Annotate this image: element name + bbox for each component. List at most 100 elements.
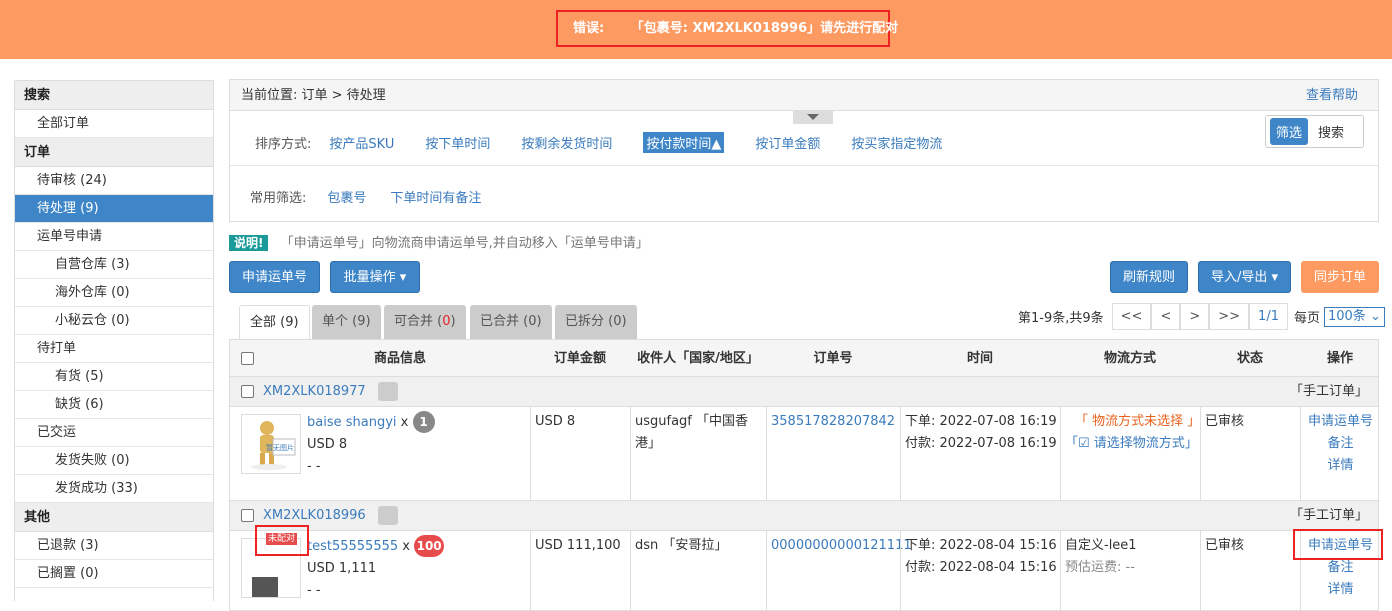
sidebar-item-cloud-warehouse[interactable]: 小秘云仓 (0) bbox=[15, 307, 213, 335]
product-thumbnail: 暂无图片 bbox=[241, 414, 301, 474]
filter-order-note[interactable]: 下单时间有备注 bbox=[390, 187, 481, 206]
first-page-button[interactable]: << bbox=[1111, 303, 1152, 330]
sync-orders-button[interactable]: 同步订单 bbox=[1301, 261, 1379, 293]
sort-by-remaining-ship-time[interactable]: 按剩余发货时间 bbox=[521, 133, 612, 152]
import-export-button[interactable]: 导入/导出 ▾ bbox=[1198, 261, 1291, 293]
apply-tracking-link[interactable]: 申请运单号 bbox=[1308, 414, 1373, 429]
order-checkbox[interactable] bbox=[241, 509, 254, 522]
details-link[interactable]: 详情 bbox=[1327, 458, 1353, 473]
quantity-badge: 1 bbox=[412, 411, 435, 433]
sidebar-item-out-of-stock[interactable]: 缺货 (6) bbox=[15, 391, 213, 419]
sidebar-item-refunded[interactable]: 已退款 (3) bbox=[15, 532, 213, 560]
sort-by-amount[interactable]: 按订单金额 bbox=[755, 133, 820, 152]
sidebar-item-to-process[interactable]: 待处理 (9) bbox=[15, 195, 213, 223]
refresh-rules-button[interactable]: 刷新规则 bbox=[1110, 261, 1188, 293]
sort-label: 排序方式: bbox=[255, 137, 312, 152]
sidebar-item-ship-failed[interactable]: 发货失败 (0) bbox=[15, 447, 213, 475]
breadcrumb: 当前位置: 订单 > 待处理 查看帮助 bbox=[230, 80, 1378, 111]
select-logistics-link[interactable]: 「☑ 请选择物流方式」 bbox=[1065, 436, 1198, 451]
last-page-button[interactable]: >> bbox=[1209, 303, 1250, 330]
sidebar-item-overseas-warehouse[interactable]: 海外仓库 (0) bbox=[15, 279, 213, 307]
estimated-freight: 预估运费: -- bbox=[1065, 560, 1135, 575]
sidebar-item-tracking-apply[interactable]: 运单号申请 bbox=[15, 223, 213, 251]
col-product: 商品信息 bbox=[373, 351, 426, 366]
sidebar-head-search: 搜索 bbox=[15, 81, 213, 110]
actions-cell: 申请运单号 备注 详情 bbox=[1300, 407, 1380, 500]
filter-package-no[interactable]: 包裹号 bbox=[327, 187, 366, 206]
per-page-select[interactable]: 100条 ⌄ bbox=[1323, 306, 1385, 327]
note-link[interactable]: 备注 bbox=[1327, 436, 1353, 451]
sort-by-sku[interactable]: 按产品SKU bbox=[329, 133, 394, 152]
sidebar-item-in-stock[interactable]: 有货 (5) bbox=[15, 363, 213, 391]
error-label: 错误: bbox=[573, 21, 605, 36]
order-placed-time: 下单: 2022-07-08 16:19 bbox=[905, 414, 1057, 429]
help-link[interactable]: 查看帮助 bbox=[1306, 80, 1358, 111]
unit-price: USD 8 bbox=[307, 437, 348, 452]
tab-mergeable[interactable]: 可合并 (0) bbox=[384, 305, 466, 339]
filter-toggle-button[interactable]: 筛选 bbox=[1270, 118, 1309, 145]
per-page-value: 100条 bbox=[1327, 308, 1366, 324]
apply-tracking-highlight bbox=[1293, 529, 1383, 560]
pagination: 第1-9条,共9条 << < > >> 1/1 每页 100条 ⌄ bbox=[1018, 303, 1385, 330]
recipient: usgufagf 「中国香港」 bbox=[630, 407, 766, 500]
tab-all[interactable]: 全部 (9) bbox=[239, 305, 310, 339]
order-number-link[interactable]: 00000000000121111 bbox=[771, 538, 912, 553]
order-number-cell: 00000000000121111 bbox=[766, 531, 912, 610]
note-link[interactable]: 备注 bbox=[1327, 560, 1353, 575]
sku-placeholder: - - bbox=[307, 583, 321, 598]
select-all-checkbox[interactable] bbox=[241, 352, 254, 365]
order-placed-time: 下单: 2022-08-04 15:16 bbox=[905, 538, 1057, 553]
col-logistics: 物流方式 bbox=[1103, 351, 1156, 366]
info-tag: 说明! bbox=[229, 235, 269, 251]
next-page-button[interactable]: > bbox=[1180, 303, 1210, 330]
tab-mergeable-pre: 可合并 ( bbox=[394, 314, 443, 329]
sidebar-item-ship-success[interactable]: 发货成功 (33) bbox=[15, 475, 213, 503]
package-number-link[interactable]: XM2XLK018977 bbox=[263, 377, 366, 407]
details-link[interactable]: 详情 bbox=[1327, 582, 1353, 597]
prev-page-button[interactable]: < bbox=[1151, 303, 1181, 330]
tab-merged[interactable]: 已合并 (0) bbox=[470, 305, 552, 339]
tag-box[interactable] bbox=[378, 506, 398, 525]
order-paid-time: 付款: 2022-08-04 15:16 bbox=[905, 560, 1057, 575]
product-name-link[interactable]: baise shangyi bbox=[307, 415, 397, 430]
sidebar-item-own-warehouse[interactable]: 自营仓库 (3) bbox=[15, 251, 213, 279]
search-toggle-button[interactable]: 搜索 bbox=[1308, 118, 1354, 145]
error-banner: 错误: 「包裹号: XM2XLK018996」请先进行配对 bbox=[0, 0, 1392, 59]
info-line: 说明! 「申请运单号」向物流商申请运单号,并自动移入「运单号申请」 bbox=[229, 232, 649, 251]
error-text: 「包裹号: XM2XLK018996」请先进行配对 bbox=[630, 21, 899, 36]
col-amount: 订单金额 bbox=[553, 351, 606, 366]
order-checkbox[interactable] bbox=[241, 385, 254, 398]
sort-by-payment-time[interactable]: 按付款时间▲ bbox=[643, 132, 725, 153]
tag-box[interactable] bbox=[378, 382, 398, 401]
sidebar-item-all-orders[interactable]: 全部订单 bbox=[15, 110, 213, 138]
sort-by-buyer-logistics[interactable]: 按买家指定物流 bbox=[851, 133, 942, 152]
sidebar-item-to-print[interactable]: 待打单 bbox=[15, 335, 213, 363]
col-status: 状态 bbox=[1236, 351, 1263, 366]
tab-split[interactable]: 已拆分 (0) bbox=[555, 305, 637, 339]
manual-order-label: 「手工订单」 bbox=[1289, 384, 1368, 399]
sidebar-item-pending-review[interactable]: 待审核 (24) bbox=[15, 167, 213, 195]
time-cell: 下单: 2022-07-08 16:19 付款: 2022-07-08 16:1… bbox=[900, 407, 1060, 500]
time-cell: 下单: 2022-08-04 15:16 付款: 2022-08-04 15:1… bbox=[900, 531, 1060, 610]
tab-single[interactable]: 单个 (9) bbox=[312, 305, 381, 339]
page-indicator[interactable]: 1/1 bbox=[1249, 303, 1288, 330]
order-amount: USD 8 bbox=[530, 407, 630, 500]
apply-tracking-button[interactable]: 申请运单号 bbox=[229, 261, 320, 293]
sidebar-item-shipped[interactable]: 已交运 bbox=[15, 419, 213, 447]
filter-search-toggle: 筛选 搜索 bbox=[1265, 115, 1364, 148]
tab-mergeable-count: 0 bbox=[442, 314, 451, 329]
logistics-cell: 「 物流方式未选择 」 「☑ 请选择物流方式」 bbox=[1060, 407, 1200, 500]
unpaired-badge: 未配对 bbox=[266, 533, 298, 545]
order-number-link[interactable]: 358517828207842 bbox=[771, 414, 895, 429]
table-row: 暂无图片 baise shangyi x 1 USD 8 - - USD 8 u… bbox=[230, 407, 1378, 501]
product-name-link[interactable]: test55555555 bbox=[307, 539, 398, 554]
error-message-box: 错误: 「包裹号: XM2XLK018996」请先进行配对 bbox=[556, 10, 898, 47]
collapse-toggle[interactable] bbox=[793, 111, 833, 124]
status-cell: 已审核 bbox=[1200, 407, 1300, 500]
sort-by-order-time[interactable]: 按下单时间 bbox=[425, 133, 490, 152]
order-number-cell: 358517828207842 bbox=[766, 407, 900, 500]
sidebar-item-on-hold[interactable]: 已搁置 (0) bbox=[15, 560, 213, 588]
col-actions: 操作 bbox=[1326, 351, 1353, 366]
batch-operations-button[interactable]: 批量操作 ▾ bbox=[330, 261, 420, 293]
per-page-label: 每页 bbox=[1293, 311, 1320, 326]
